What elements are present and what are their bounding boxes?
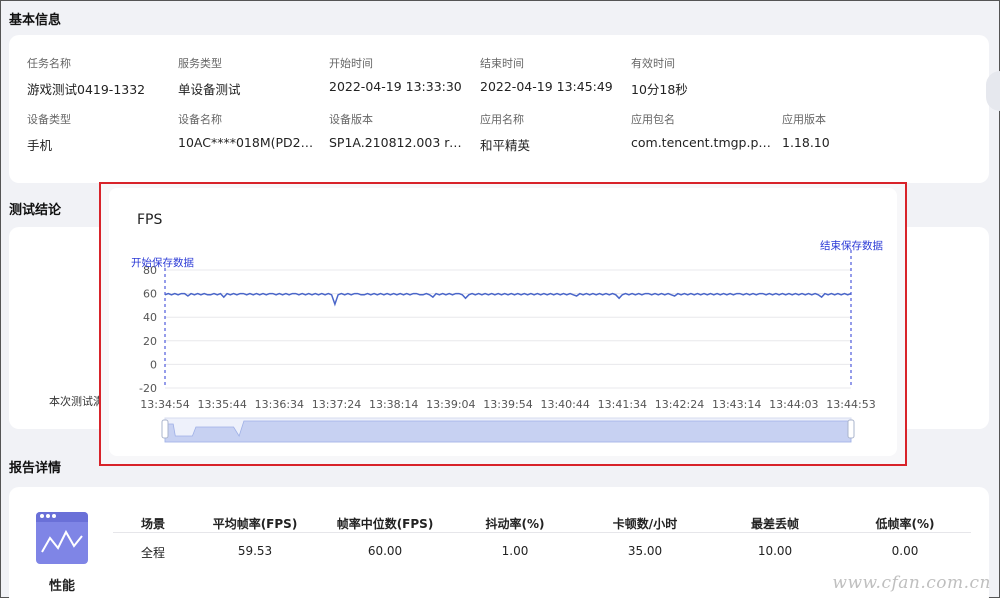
y-tick-label: 60 <box>143 288 157 301</box>
end-marker-label: 结束保存数据 <box>820 239 883 252</box>
conclusion-title: 测试结论 <box>9 203 62 218</box>
x-tick-label: 13:44:53 <box>826 398 875 411</box>
info-label: 结束时间 <box>480 57 524 70</box>
zoom-handle-left[interactable] <box>161 419 169 439</box>
side-scroll-handle[interactable] <box>986 71 1000 111</box>
table-cell: 10.00 <box>757 544 793 558</box>
watermark: www.cfan.com.cn <box>832 573 991 593</box>
zoom-slider-area <box>164 420 852 443</box>
y-tick-label: -20 <box>139 382 157 395</box>
info-label: 服务类型 <box>178 57 222 70</box>
zoom-handle-right[interactable] <box>847 419 855 439</box>
service-type-value: 单设备测试 <box>178 82 241 97</box>
package-name-value: com.tencent.tmgp.pu... <box>631 135 771 150</box>
device-type-value: 手机 <box>27 138 53 153</box>
device-version-value: SP1A.210812.003 rele... <box>329 135 469 150</box>
table-header-cell: 平均帧率(FPS) <box>212 517 298 531</box>
x-tick-label: 13:40:44 <box>540 398 589 411</box>
info-label: 开始时间 <box>329 57 373 70</box>
x-tick-label: 13:41:34 <box>598 398 647 411</box>
table-header-cell: 最差丢帧 <box>750 517 800 531</box>
info-label: 设备版本 <box>329 113 373 126</box>
basic-info-title: 基本信息 <box>9 13 62 28</box>
x-tick-label: 13:42:24 <box>655 398 704 411</box>
info-label: 设备类型 <box>27 113 71 126</box>
x-tick-label: 13:35:44 <box>197 398 246 411</box>
app-version-value: 1.18.10 <box>782 135 830 150</box>
fps-chart-panel: FPS 80 60 40 20 0 -20 13:34:54 13:35:44 13:36:34… <box>109 188 897 456</box>
table-cell: 35.00 <box>627 544 663 558</box>
table-header-cell: 抖动率(%) <box>485 517 545 531</box>
info-label: 应用名称 <box>480 113 524 126</box>
y-tick-label: 40 <box>143 311 157 324</box>
table-cell: 59.53 <box>237 544 273 558</box>
x-tick-label: 13:43:14 <box>712 398 761 411</box>
performance-chart-icon <box>36 512 88 564</box>
basic-info-card: 任务名称 游戏测试0419-1332 服务类型 单设备测试 开始时间 2022-… <box>9 35 989 183</box>
table-header-cell: 低帧率(%) <box>875 517 935 531</box>
x-tick-label: 13:38:14 <box>369 398 418 411</box>
info-label: 任务名称 <box>27 57 71 70</box>
table-cell: 0.00 <box>891 544 919 558</box>
conclusion-text: 本次测试满 <box>49 395 104 408</box>
device-name-value: 10AC****018M(PD2178) <box>178 135 318 150</box>
info-label: 有效时间 <box>631 57 675 70</box>
valid-time-value: 10分18秒 <box>631 82 688 97</box>
table-header-cell: 场景 <box>140 517 166 531</box>
report-details-title: 报告详情 <box>9 461 62 476</box>
x-tick-label: 13:37:24 <box>312 398 361 411</box>
x-tick-label: 13:44:03 <box>769 398 818 411</box>
fps-chart-svg[interactable]: 806040200-2013:34:54 13:35:44 13:36:34 13:3… <box>109 188 897 456</box>
task-name-value: 游戏测试0419-1332 <box>27 82 146 97</box>
app-name-value: 和平精英 <box>480 138 531 153</box>
info-label: 应用版本 <box>782 113 826 126</box>
table-cell: 60.00 <box>367 544 403 558</box>
end-time-value: 2022-04-19 13:45:49 <box>480 79 613 94</box>
x-tick-label: 13:39:04 <box>426 398 475 411</box>
info-label: 应用包名 <box>631 113 675 126</box>
performance-label: 性能 <box>48 579 76 594</box>
info-label: 设备名称 <box>178 113 222 126</box>
table-cell: 全程 <box>140 546 166 560</box>
table-header-cell: 卡顿数/小时 <box>612 517 678 531</box>
start-time-value: 2022-04-19 13:33:30 <box>329 79 462 94</box>
y-tick-label: 0 <box>150 358 157 371</box>
table-header-cell: 帧率中位数(FPS) <box>336 517 434 531</box>
x-tick-label: 13:39:54 <box>483 398 532 411</box>
fps-chart-popup: FPS 80 60 40 20 0 -20 13:34:54 13:35:44 13:36:34… <box>99 182 907 466</box>
fps-series-line <box>164 292 852 307</box>
start-marker-label: 开始保存数据 <box>131 256 194 269</box>
y-tick-label: 20 <box>143 335 157 348</box>
x-tick-label: 13:34:54 <box>140 398 189 411</box>
table-cell: 1.00 <box>501 544 529 558</box>
x-tick-label: 13:36:34 <box>255 398 304 411</box>
